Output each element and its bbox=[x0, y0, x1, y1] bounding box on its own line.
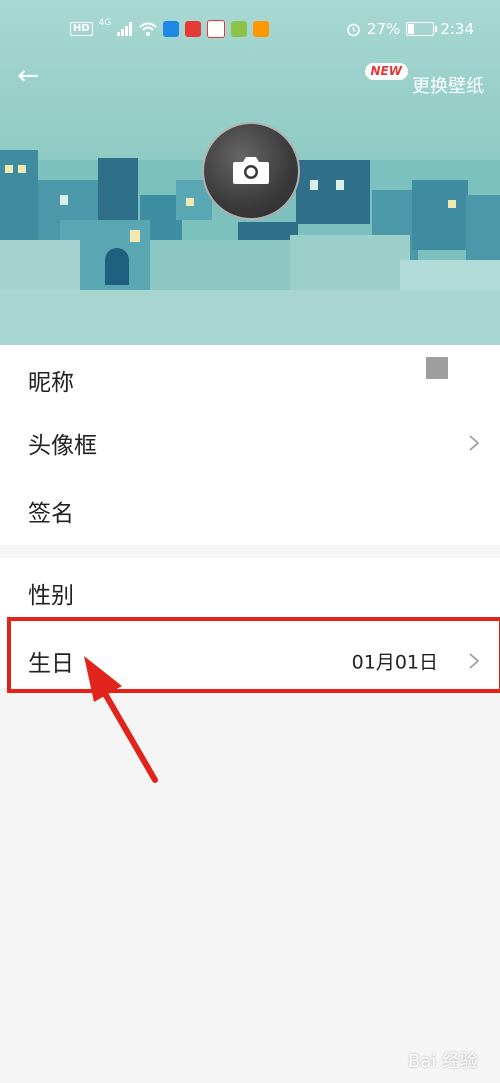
status-bar-left: HD 4G bbox=[70, 18, 270, 38]
network-label: 4G bbox=[98, 18, 112, 28]
status-bar-right: 27% 2:34 bbox=[346, 20, 474, 38]
battery-percent: 27% bbox=[366, 20, 401, 38]
map-app-icon bbox=[231, 21, 248, 37]
new-badge: NEW bbox=[364, 63, 408, 80]
row-label: 昵称 bbox=[28, 370, 74, 396]
watermark: Bai 经验 bbox=[407, 1051, 478, 1072]
row-avatar-frame[interactable]: 头像框 bbox=[0, 408, 500, 478]
shield-app-icon bbox=[163, 21, 180, 37]
battery-level bbox=[408, 24, 415, 34]
row-nickname[interactable]: 昵称 bbox=[0, 345, 500, 415]
nickname-thumbnail bbox=[426, 357, 448, 379]
game-app-icon bbox=[253, 21, 270, 37]
change-wallpaper-button[interactable]: 更换壁纸 bbox=[412, 72, 484, 98]
signal-icon bbox=[117, 22, 133, 36]
profile-header: HD 4G 27% 2:34 ← NEW 更换壁纸 bbox=[0, 0, 500, 345]
row-label: 性别 bbox=[28, 583, 74, 609]
profile-info-card: 昵称 头像框 签名 bbox=[0, 345, 500, 545]
camera-icon bbox=[233, 157, 269, 184]
back-button[interactable]: ← bbox=[14, 62, 42, 90]
battery-icon bbox=[406, 22, 438, 36]
row-signature[interactable]: 签名 bbox=[0, 476, 500, 546]
red-arrow-annotation bbox=[84, 656, 158, 783]
row-label: 头像框 bbox=[28, 433, 97, 459]
clock: 2:34 bbox=[440, 20, 474, 38]
chevron-right-icon bbox=[469, 435, 480, 451]
row-label: 签名 bbox=[28, 501, 74, 527]
avatar-camera-button[interactable] bbox=[202, 122, 300, 220]
sina-app-icon bbox=[207, 20, 226, 38]
wifi-icon bbox=[139, 22, 158, 36]
status-bar: HD 4G 27% 2:34 bbox=[0, 0, 500, 60]
hd-badge: HD bbox=[70, 22, 93, 36]
netease-app-icon bbox=[185, 21, 202, 37]
alarm-icon bbox=[347, 23, 360, 36]
